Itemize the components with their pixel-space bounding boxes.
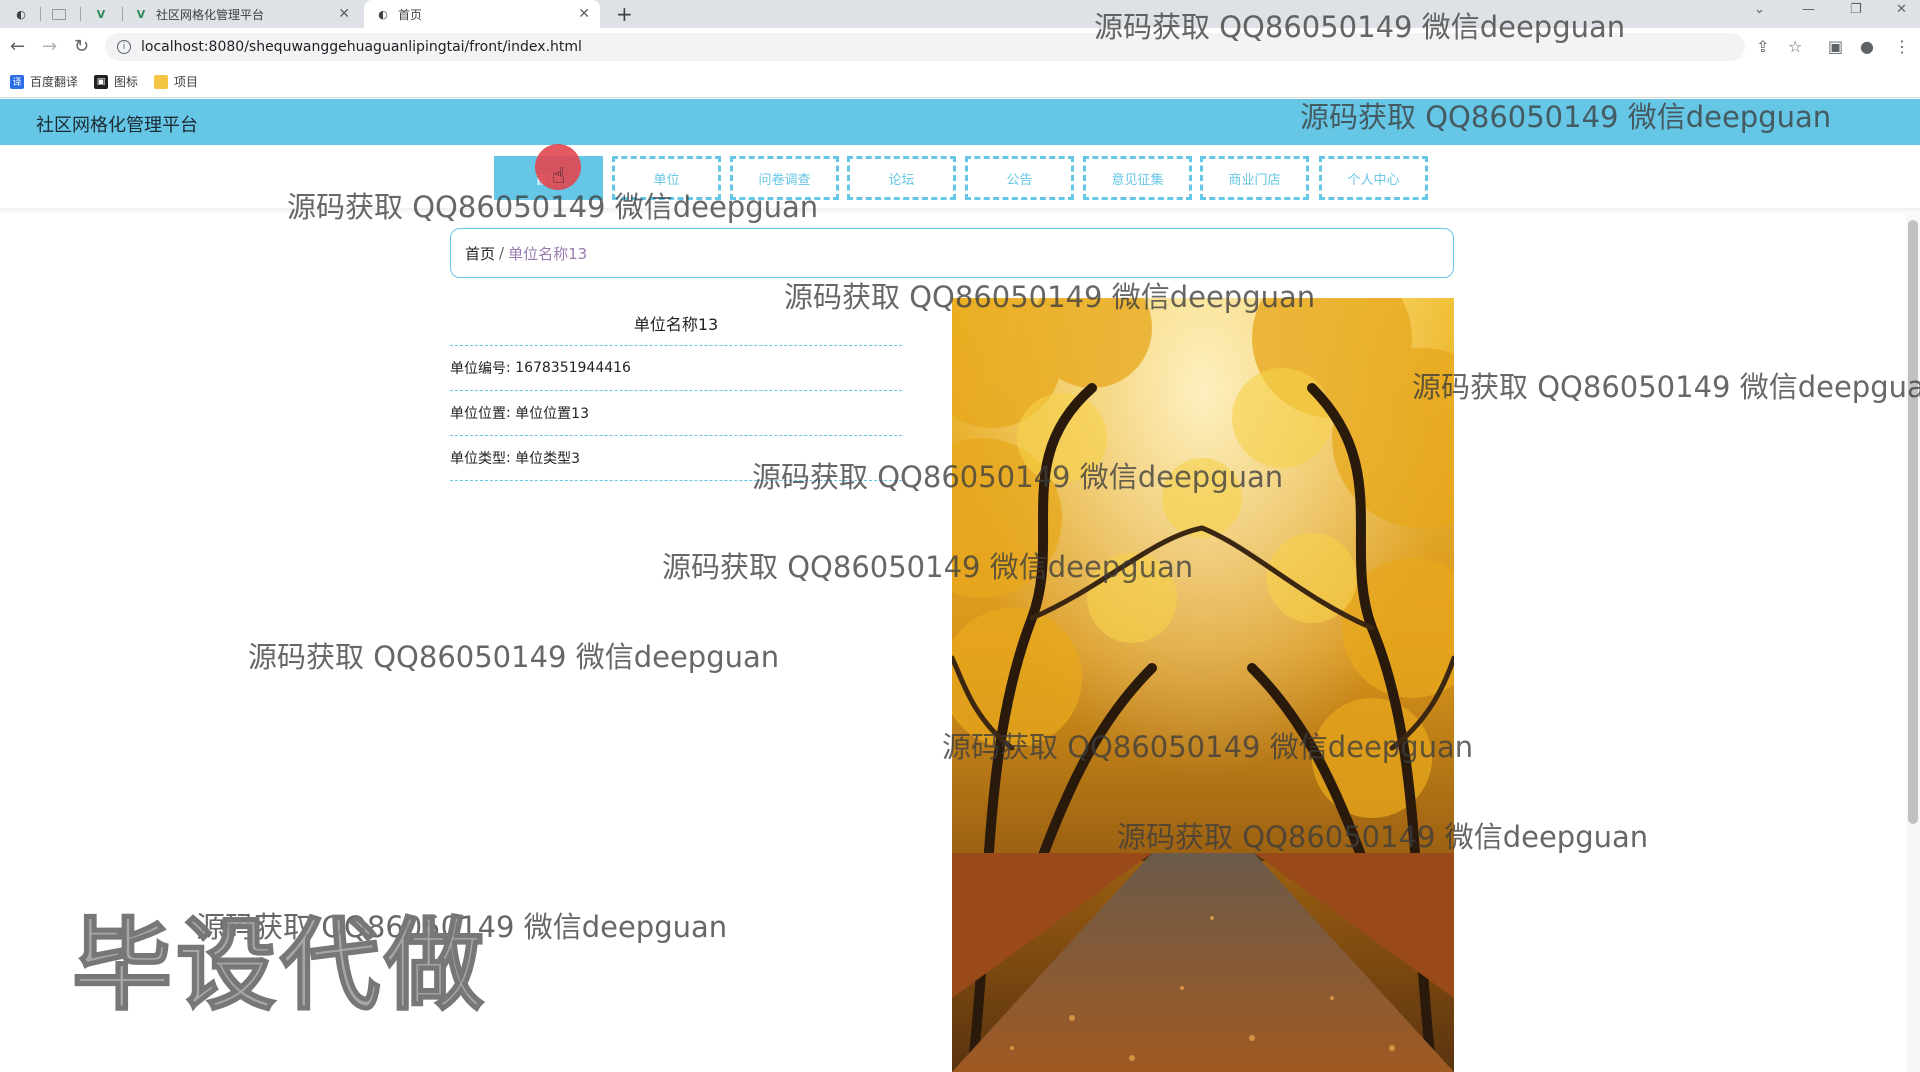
watermark: 源码获取 QQ86050149 微信deepguan bbox=[248, 640, 780, 674]
breadcrumb: 首页 / 单位名称13 bbox=[450, 228, 1454, 278]
menu-item-forum[interactable]: 论坛 bbox=[847, 156, 956, 200]
app-header: 社区网格化管理平台 bbox=[0, 99, 1920, 145]
watermark: 源码获取 QQ86050149 微信deepguan bbox=[1412, 370, 1920, 404]
menu-icon[interactable]: ⋮ bbox=[1894, 37, 1910, 56]
tab-app[interactable]: V 社区网格化管理平台 ✕ bbox=[130, 0, 360, 28]
side-panel-icon[interactable]: ▣ bbox=[1828, 37, 1843, 56]
forward-icon[interactable]: → bbox=[42, 36, 57, 57]
globe-icon: ◐ bbox=[378, 7, 388, 21]
bookmark-item[interactable]: 译 百度翻译 bbox=[10, 73, 78, 90]
browser-tab-strip: ◐ V V 社区网格化管理平台 ✕ ◐ 首页 ✕ + ⌄ — ❐ ✕ bbox=[0, 0, 1920, 28]
detail-row-code: 单位编号: 1678351944416 bbox=[450, 346, 902, 391]
detail-row-type: 单位类型: 单位类型3 bbox=[450, 436, 902, 481]
menu-item-profile[interactable]: 个人中心 bbox=[1319, 156, 1428, 200]
watermark: 源码获取 QQ86050149 微信deepguan bbox=[196, 910, 728, 944]
share-icon[interactable]: ⇪ bbox=[1756, 37, 1769, 56]
tab-home[interactable]: ◐ 首页 ✕ bbox=[364, 0, 600, 28]
minimize-button[interactable]: — bbox=[1802, 2, 1815, 17]
back-icon[interactable]: ← bbox=[10, 36, 25, 57]
vue-logo-icon: V bbox=[136, 7, 146, 21]
field-value: 单位位置13 bbox=[515, 406, 589, 422]
globe-icon[interactable]: ◐ bbox=[14, 0, 36, 28]
close-icon[interactable]: ✕ bbox=[578, 6, 590, 22]
image-icon: ▣ bbox=[94, 74, 109, 89]
profile-icon[interactable]: ● bbox=[1860, 37, 1874, 56]
unit-detail: 单位名称13 单位编号: 1678351944416 单位位置: 单位位置13 … bbox=[450, 300, 902, 481]
close-icon[interactable]: ✕ bbox=[338, 6, 350, 22]
unit-photo bbox=[952, 298, 1454, 1072]
menu-item-survey[interactable]: 问卷调查 bbox=[730, 156, 839, 200]
folder-icon bbox=[154, 74, 169, 89]
menu-item-notice[interactable]: 公告 bbox=[965, 156, 1074, 200]
info-icon[interactable]: i bbox=[117, 40, 131, 54]
url-text: localhost:8080/shequwanggehuaguanlipingt… bbox=[141, 39, 582, 55]
detail-row-location: 单位位置: 单位位置13 bbox=[450, 391, 902, 436]
field-label: 单位编号 bbox=[450, 361, 506, 377]
restore-button[interactable]: ❐ bbox=[1850, 2, 1862, 17]
blank-tab-icon[interactable] bbox=[52, 0, 74, 28]
address-bar: ← → ↻ i localhost:8080/shequwanggehuagua… bbox=[0, 28, 1920, 66]
url-field[interactable]: i localhost:8080/shequwanggehuaguanlipin… bbox=[105, 33, 1745, 61]
tab-title: 首页 bbox=[398, 7, 423, 22]
tab-title: 社区网格化管理平台 bbox=[156, 7, 265, 22]
field-label: 单位类型 bbox=[450, 451, 506, 467]
app-title: 社区网格化管理平台 bbox=[36, 115, 198, 136]
scrollbar-thumb[interactable] bbox=[1908, 220, 1918, 824]
watermark-large: 毕设代做 bbox=[71, 906, 488, 1025]
new-tab-button[interactable]: + bbox=[616, 2, 633, 26]
field-value: 单位类型3 bbox=[515, 451, 581, 467]
tab-search-icon[interactable]: ⌄ bbox=[1754, 2, 1765, 17]
vue-logo-icon[interactable]: V bbox=[94, 0, 116, 28]
menu-item-stores[interactable]: 商业门店 bbox=[1200, 156, 1309, 200]
bookmark-item[interactable]: ▣ 图标 bbox=[94, 73, 138, 90]
breadcrumb-separator: / bbox=[499, 244, 505, 262]
menu-item-opinions[interactable]: 意见征集 bbox=[1083, 156, 1192, 200]
star-icon[interactable]: ☆ bbox=[1788, 37, 1802, 56]
translate-icon: 译 bbox=[10, 74, 24, 89]
breadcrumb-home[interactable]: 首页 bbox=[465, 243, 495, 264]
bookmarks-bar: 译 百度翻译 ▣ 图标 项目 bbox=[0, 66, 1920, 98]
detail-title: 单位名称13 bbox=[450, 300, 902, 346]
breadcrumb-current: 单位名称13 bbox=[508, 244, 588, 263]
close-window-button[interactable]: ✕ bbox=[1896, 2, 1907, 17]
menu-item-units[interactable]: 单位 bbox=[612, 156, 721, 200]
reload-icon[interactable]: ↻ bbox=[74, 36, 89, 57]
hand-cursor-icon: ☝ bbox=[552, 164, 566, 189]
bookmark-item[interactable]: 项目 bbox=[154, 73, 198, 90]
field-value: 1678351944416 bbox=[515, 360, 631, 376]
field-label: 单位位置 bbox=[450, 406, 506, 422]
